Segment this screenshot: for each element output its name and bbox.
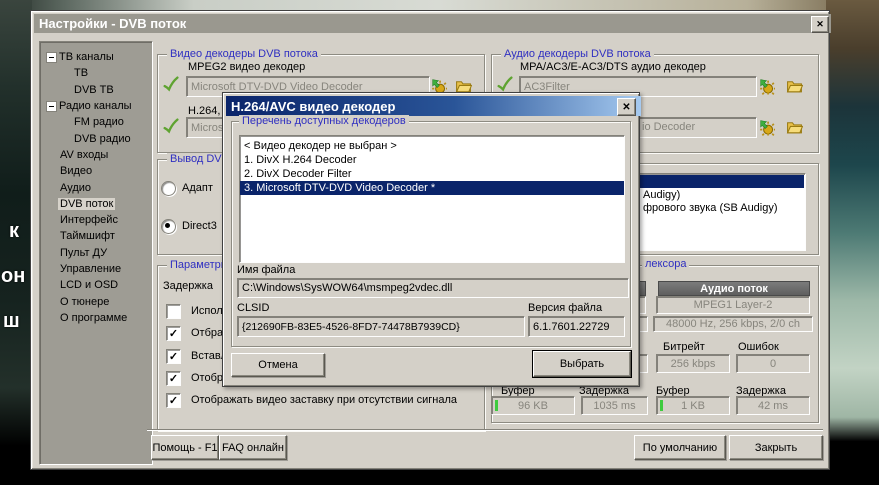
radio-adaptive[interactable]: [161, 181, 176, 196]
video-buffer-value: 96 KB: [491, 396, 575, 415]
video-subtitle-fragment: ш: [3, 310, 20, 333]
tree-item-control[interactable]: Управление: [40, 261, 152, 277]
audio-errors-label: Ошибок: [738, 341, 779, 353]
radio-direct3d[interactable]: [161, 219, 176, 234]
audio-bitrate-label: Битрейт: [663, 341, 705, 353]
tree-item-interface[interactable]: Интерфейс: [40, 212, 152, 228]
audio-errors-value: 0: [736, 354, 810, 373]
settings-tree: ТВ каналы ТВ DVB ТВ Радио каналы FM ради…: [39, 41, 153, 465]
tree-item-tv[interactable]: ТВ: [40, 65, 152, 81]
tree-item-dvb-stream[interactable]: DVB поток: [40, 196, 152, 212]
tree-item-radio-channels[interactable]: Радио каналы: [40, 98, 152, 114]
tree-item-audio[interactable]: Аудио: [40, 179, 152, 195]
audio-buffer-value: 1 KB: [656, 396, 730, 415]
checkbox-4[interactable]: [166, 371, 181, 386]
close-icon: ✕: [816, 19, 824, 30]
demultiplexer-group-title: лексора: [642, 258, 689, 270]
delay-label: Задержка: [163, 280, 213, 292]
list-item-fragment: Audigy): [643, 189, 680, 201]
select-button[interactable]: Выбрать: [533, 351, 631, 377]
decoder-option-none[interactable]: < Видео декодер не выбран >: [240, 139, 624, 153]
h264-decoder-label: H.264,: [188, 105, 220, 117]
cancel-button[interactable]: Отмена: [231, 353, 325, 377]
tree-item-remote[interactable]: Пульт ДУ: [40, 245, 152, 261]
tree-item-fm-radio[interactable]: FM радио: [40, 114, 152, 130]
video-subtitle-fragment: он: [1, 265, 25, 288]
checkbox-1[interactable]: [166, 304, 181, 319]
audio-stream-header: Аудио поток: [658, 281, 810, 296]
video-decoders-group-title: Видео декодеры DVB потока: [167, 48, 321, 60]
window-close-button[interactable]: ✕: [811, 16, 829, 33]
audio-bitrate-value: 256 kbps: [656, 354, 730, 373]
tree-item-about-program[interactable]: О программе: [40, 310, 152, 326]
window-title: Настройки - DVB поток: [39, 16, 186, 31]
audio-decoders-group-title: Аудио декодеры DVB потока: [501, 48, 654, 60]
video-subtitle-fragment: к: [9, 220, 19, 243]
file-name-field[interactable]: C:\Windows\SysWOW64\msmpeg2vdec.dll: [237, 278, 629, 298]
video-background-bottom: [0, 468, 879, 485]
collapse-icon[interactable]: [46, 101, 57, 112]
clsid-field[interactable]: {212690FB-83E5-4526-8FD7-74478B7939CD}: [237, 316, 525, 337]
close-icon: ✕: [622, 102, 630, 113]
collapse-icon[interactable]: [46, 52, 57, 63]
dialog-titlebar[interactable]: H.264/AVC видео декодер: [226, 96, 641, 116]
audio-delay-value: 42 ms: [736, 396, 810, 415]
footer-divider: [147, 429, 823, 431]
checkbox-splash-label: Отображать видео заставку при отсутствии…: [191, 394, 457, 406]
checkbox-4-label: Отобр: [191, 372, 223, 384]
dialog-title: H.264/AVC видео декодер: [231, 99, 395, 114]
file-version-label: Версия файла: [528, 302, 602, 314]
video-background-right: [826, 0, 879, 485]
window-titlebar[interactable]: Настройки - DVB поток: [34, 14, 831, 33]
faq-button[interactable]: FAQ онлайн: [219, 435, 287, 460]
decoder-option-1[interactable]: 1. DivX H.264 Decoder: [240, 153, 624, 167]
help-button[interactable]: Помощь - F1: [151, 435, 219, 460]
decoder-option-2[interactable]: 2. DivX Decoder Filter: [240, 167, 624, 181]
decoder-option-3-selected[interactable]: 3. Microsoft DTV-DVD Video Decoder *: [240, 181, 624, 195]
checkbox-splash[interactable]: [166, 393, 181, 408]
audio-codec-box: MPEG1 Layer-2: [656, 296, 810, 314]
audio-decoder2-value-fragment: io Decoder: [642, 121, 695, 133]
list-item-fragment: фрового звука (SB Audigy): [643, 202, 778, 214]
file-version-field[interactable]: 6.1.7601.22729: [528, 316, 625, 337]
folder-open-icon[interactable]: [786, 119, 803, 136]
close-settings-button[interactable]: Закрыть: [729, 435, 823, 460]
tree-item-lcd-osd[interactable]: LCD и OSD: [40, 277, 152, 293]
tree-item-dvb-radio[interactable]: DVB радио: [40, 130, 152, 146]
tree-item-video[interactable]: Видео: [40, 163, 152, 179]
decoder-dialog: H.264/AVC видео декодер ✕ Перечень досту…: [222, 92, 640, 387]
decoder-settings-icon[interactable]: [758, 119, 775, 136]
clsid-label: CLSID: [237, 302, 269, 314]
check-icon: [162, 118, 179, 135]
tree-item-tv-channels[interactable]: ТВ каналы: [40, 49, 152, 65]
checkbox-3[interactable]: [166, 349, 181, 364]
screen: к он ш Настройки - DVB поток ✕ ТВ каналы…: [0, 0, 879, 485]
video-delay-value: 1035 ms: [581, 396, 648, 415]
tree-item-timeshift[interactable]: Таймшифт: [40, 228, 152, 244]
audio-format-box: 48000 Hz, 256 kbps, 2/0 ch: [653, 316, 813, 332]
mpeg2-decoder-label: MPEG2 видео декодер: [188, 61, 305, 73]
tree-item-dvb-tv[interactable]: DVB ТВ: [40, 82, 152, 98]
check-icon: [496, 76, 513, 93]
checkbox-2[interactable]: [166, 326, 181, 341]
folder-open-icon[interactable]: [786, 78, 803, 95]
radio-adaptive-label: Адапт: [182, 182, 213, 194]
check-icon: [162, 76, 179, 93]
radio-direct3d-label: Direct3: [182, 220, 217, 232]
decoder-listbox[interactable]: < Видео декодер не выбран > 1. DivX H.26…: [239, 135, 625, 263]
dialog-close-button[interactable]: ✕: [617, 98, 636, 116]
defaults-button[interactable]: По умолчанию: [634, 435, 726, 460]
file-name-label: Имя файла: [237, 264, 295, 276]
audio-decoder-label: MPA/AC3/E-AC3/DTS аудио декодер: [520, 61, 706, 73]
tree-item-av-inputs[interactable]: AV входы: [40, 147, 152, 163]
decoder-list-group-title: Перечень доступных декодеров: [239, 115, 409, 127]
decoder-settings-icon[interactable]: [758, 78, 775, 95]
tree-item-about-tuner[interactable]: О тюнере: [40, 293, 152, 309]
checkbox-2-label: Отбра: [191, 327, 223, 339]
